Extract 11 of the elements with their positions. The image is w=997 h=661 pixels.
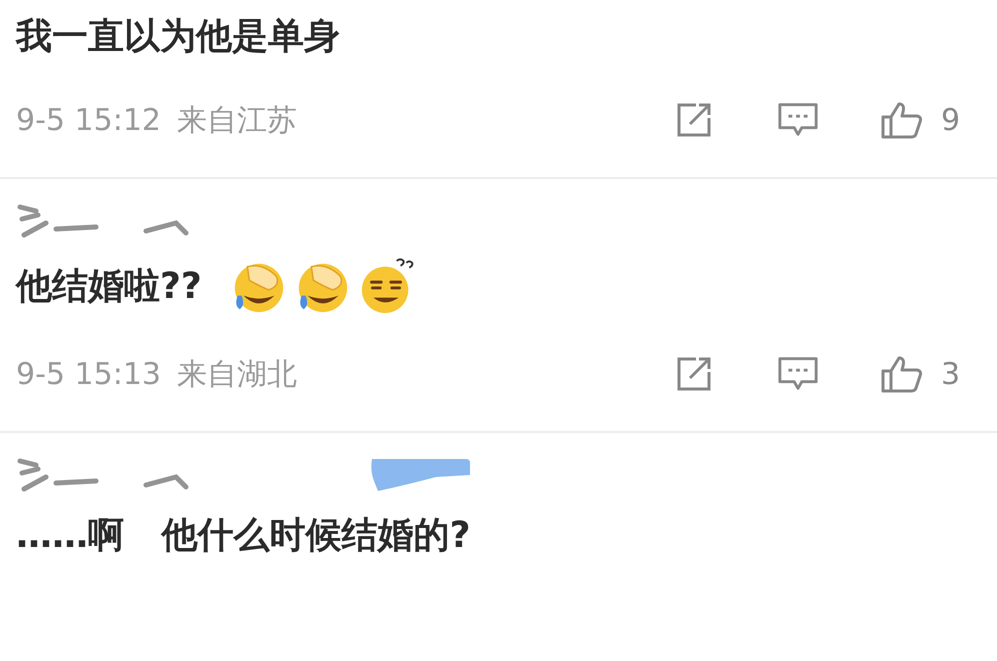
like-count: 3 [941,356,962,392]
thumbs-up-icon[interactable] [879,100,925,140]
comment-text: ……啊 他什么时候结婚的? [16,514,470,558]
like-count: 9 [941,102,962,138]
thumbs-up-icon[interactable] [879,354,925,394]
comment-time: 9-5 15:12 [16,102,161,138]
comment-text: 他结婚啦?? [16,264,202,308]
comment-text: 我一直以为他是单身 [16,15,340,59]
comment-location: 来自湖北 [177,356,297,394]
comment-time: 9-5 15:13 [16,356,161,392]
comment-location: 来自江苏 [177,102,297,140]
